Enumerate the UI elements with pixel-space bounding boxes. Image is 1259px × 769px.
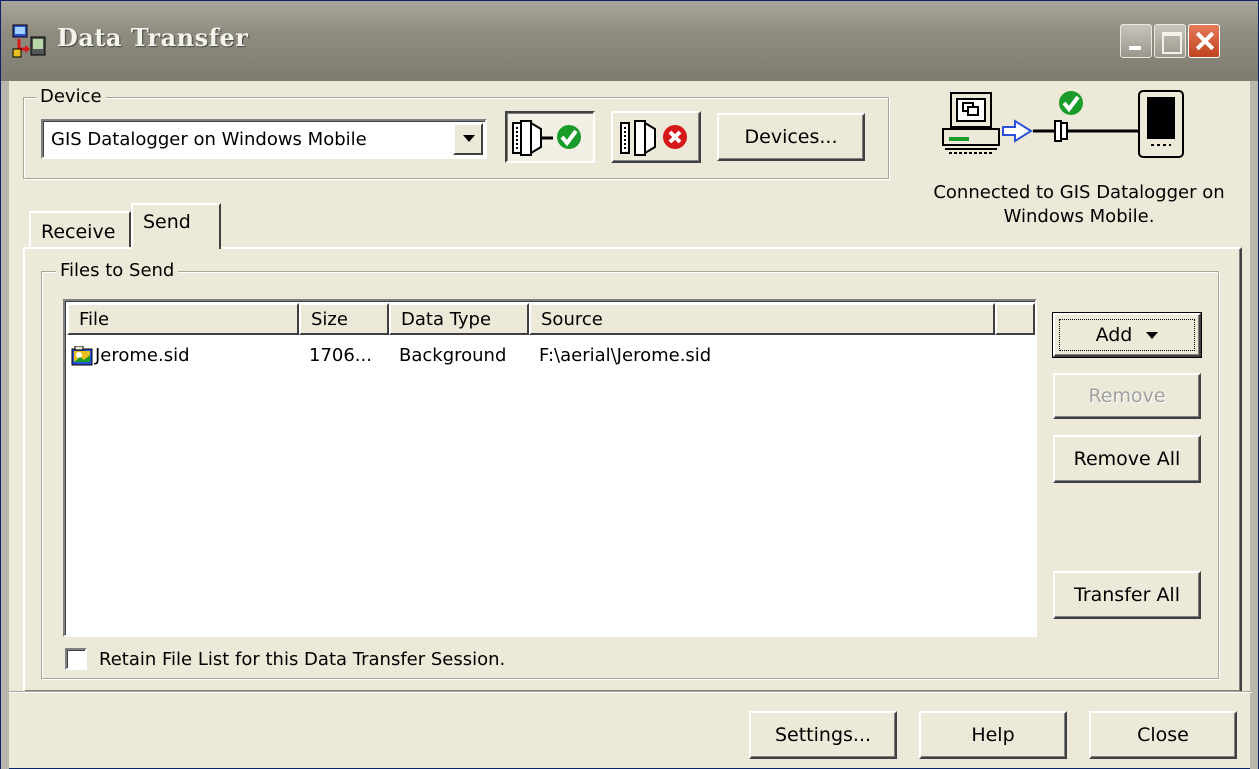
window-frame-right xyxy=(1250,81,1258,769)
remove-button-label: Remove xyxy=(1088,385,1166,407)
file-row[interactable]: Jerome.sid 1706... Background F:\aerial\… xyxy=(71,345,993,366)
tab-receive[interactable]: Receive xyxy=(29,211,131,247)
connection-status-text: Connected to GIS Datalogger on Windows M… xyxy=(907,181,1251,229)
connection-status-line1: Connected to GIS Datalogger on xyxy=(933,182,1225,203)
add-button[interactable]: Add xyxy=(1052,312,1202,358)
image-file-icon xyxy=(71,345,93,365)
data-transfer-app-icon xyxy=(12,24,46,58)
help-button[interactable]: Help xyxy=(919,711,1067,759)
connect-button[interactable] xyxy=(505,111,595,163)
file-cell: Jerome.sid xyxy=(71,345,303,366)
remove-all-button[interactable]: Remove All xyxy=(1053,435,1201,483)
file-name: Jerome.sid xyxy=(95,345,190,366)
column-header-filler xyxy=(995,303,1035,335)
device-group-label: Device xyxy=(36,86,106,107)
minimize-button[interactable] xyxy=(1120,24,1152,58)
remove-all-button-label: Remove All xyxy=(1073,448,1181,470)
settings-button-label: Settings... xyxy=(774,724,872,746)
file-size: 1706... xyxy=(309,345,372,366)
tab-receive-label: Receive xyxy=(41,221,116,243)
close-button-label: Close xyxy=(1137,724,1189,746)
device-select-value: GIS Datalogger on Windows Mobile xyxy=(51,129,367,150)
column-header-source[interactable]: Source xyxy=(529,303,995,335)
column-header-size[interactable]: Size xyxy=(299,303,389,335)
connect-plug-icon xyxy=(512,120,581,156)
add-button-focus xyxy=(1059,319,1195,351)
files-to-send-label: Files to Send xyxy=(56,260,179,281)
settings-button[interactable]: Settings... xyxy=(749,711,897,759)
devices-button[interactable]: Devices... xyxy=(717,113,865,161)
close-window-button[interactable] xyxy=(1188,24,1220,58)
footer-separator xyxy=(9,691,1252,693)
title-bar[interactable]: Data Transfer xyxy=(1,1,1258,81)
connection-status-line2: Windows Mobile. xyxy=(1003,206,1155,227)
devices-button-label: Devices... xyxy=(744,126,838,148)
column-header-data-type[interactable]: Data Type xyxy=(389,303,529,335)
tab-send[interactable]: Send xyxy=(131,203,221,251)
device-select[interactable]: GIS Datalogger on Windows Mobile xyxy=(41,119,487,159)
maximize-button[interactable] xyxy=(1154,24,1186,58)
disconnect-button[interactable] xyxy=(611,111,701,163)
files-list[interactable]: File Size Data Type Source Jerome.sid 17… xyxy=(63,299,1037,637)
data-transfer-window: Data Transfer Device GIS Datalogger on W… xyxy=(0,0,1259,769)
tab-send-label: Send xyxy=(143,211,191,233)
file-data-type: Background xyxy=(399,345,507,366)
retain-file-list-label[interactable]: Retain File List for this Data Transfer … xyxy=(99,649,505,670)
help-button-label: Help xyxy=(971,724,1015,746)
transfer-all-button-label: Transfer All xyxy=(1074,584,1180,606)
disconnect-plug-icon xyxy=(620,120,687,156)
window-frame-left xyxy=(1,81,9,769)
close-button[interactable]: Close xyxy=(1089,711,1237,759)
window-title: Data Transfer xyxy=(57,23,249,52)
remove-button[interactable]: Remove xyxy=(1053,373,1201,419)
connection-status-graphic xyxy=(942,90,1184,158)
retain-file-list-checkbox[interactable] xyxy=(65,648,87,670)
transfer-all-button[interactable]: Transfer All xyxy=(1053,571,1201,619)
device-dropdown-arrow[interactable] xyxy=(453,123,483,155)
column-header-file[interactable]: File xyxy=(67,303,299,335)
files-list-header: File Size Data Type Source xyxy=(67,303,1035,335)
file-source: F:\aerial\Jerome.sid xyxy=(539,345,712,366)
